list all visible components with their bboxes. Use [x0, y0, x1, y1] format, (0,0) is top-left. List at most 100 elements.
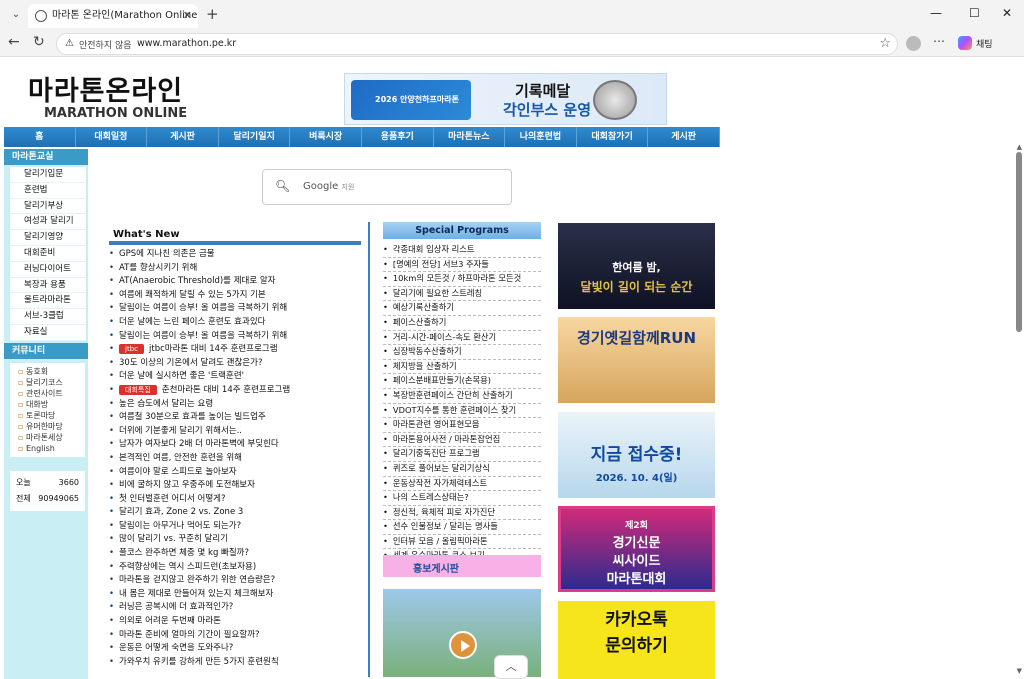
whats-new-item[interactable]: 비에 굴하지 않고 우중주에 도전해보자 [109, 479, 361, 493]
whats-new-link[interactable]: 여름이야 말로 스피드로 놀아보자 [119, 467, 237, 477]
scroll-up-arrow[interactable]: ▲ [1017, 143, 1022, 151]
community-label[interactable]: 동호회 [26, 367, 48, 376]
whats-new-item[interactable]: 여름철 30분으로 효과를 높이는 빌드업주 [109, 411, 361, 425]
whats-new-link[interactable]: GPS에 지나친 의존은 금물 [119, 249, 215, 259]
whats-new-link[interactable]: 달림이는 여름이 승부! 올 여름을 극복하기 위해 [119, 331, 287, 341]
whats-new-link[interactable]: 의외로 어려운 두번째 마라톤 [119, 616, 221, 626]
sidebar-item[interactable]: 훈련법 [10, 182, 86, 199]
whats-new-link[interactable]: 러닝은 공복시에 더 효과적인가? [119, 602, 233, 612]
whats-new-link[interactable]: 많이 달리기 vs. 꾸준히 달리기 [119, 534, 228, 544]
tab-list-button[interactable]: ⌄ [6, 6, 26, 24]
special-program-item[interactable]: 심장박동수산출하기 [383, 345, 541, 360]
whats-new-item[interactable]: 대회특집 춘천마라톤 대비 14주 훈련프로그램 [109, 384, 361, 398]
whats-new-item[interactable]: 풀코스 완주하면 체중 몇 kg 빠질까? [109, 547, 361, 561]
browser-tab[interactable]: 마라톤 온라인(Marathon Online in ✕ [28, 4, 198, 28]
whats-new-item[interactable]: 여름에 쾌적하게 달릴 수 있는 5가지 기본 [109, 289, 361, 303]
whats-new-item[interactable]: 더운 날에는 느린 페이스 훈련도 효과있다 [109, 316, 361, 330]
url-text[interactable]: www.marathon.pe.kr [137, 38, 236, 49]
more-menu-icon[interactable]: ⋯ [933, 34, 945, 48]
warning-icon[interactable]: ⚠ [65, 38, 74, 49]
whats-new-item[interactable]: GPS에 지나친 의존은 금물 [109, 248, 361, 262]
community-label[interactable]: 마라톤세상 [26, 433, 63, 442]
whats-new-link[interactable]: 남자가 여자보다 2배 더 마라톤벽에 부딪힌다 [119, 439, 279, 449]
whats-new-link[interactable]: 본격적인 여름, 안전한 훈련을 위해 [119, 453, 242, 463]
sidebar-item[interactable]: 달리기영양 [10, 230, 86, 246]
ad-kakaotalk[interactable]: 카카오톡 문의하기 [558, 601, 715, 679]
special-program-item[interactable]: 예상기록산출하기 [383, 301, 541, 316]
special-program-item[interactable]: 인터뷰 모음 / 올림픽마라톤 [383, 535, 541, 550]
back-icon[interactable]: ← [8, 34, 20, 50]
community-item[interactable]: ▫ 대화방 [10, 399, 85, 410]
special-program-item[interactable]: 10km의 모든것 / 하프마라톤 모든것 [383, 272, 541, 287]
scroll-down-arrow[interactable]: ▼ [1017, 667, 1022, 675]
menu-item[interactable]: 마라톤뉴스 [434, 127, 506, 147]
google-search-box[interactable]: 🔍︎ Google 지원 [262, 169, 512, 205]
copilot-label[interactable]: 채팅 [976, 37, 993, 50]
sidebar-item[interactable]: 울트라마라톤 [10, 293, 86, 310]
special-program-item[interactable]: 선수 인물정보 / 달리는 명사들 [383, 520, 541, 535]
sidebar-item[interactable]: 러닝다이어트 [10, 261, 86, 278]
new-tab-button[interactable]: + [206, 5, 219, 23]
sidebar-item[interactable]: 여성과 달리기 [10, 214, 86, 231]
whats-new-item[interactable]: 마라톤을 걷지않고 완주하기 위한 연습량은? [109, 574, 361, 588]
special-program-item[interactable]: 페이스분배표만들기(손목용) [383, 374, 541, 389]
special-program-item[interactable]: 마라톤관련 영어표현모음 [383, 418, 541, 433]
community-item[interactable]: ▫ 달리기코스 [10, 377, 85, 388]
special-program-item[interactable]: 달리기중독진단 프로그램 [383, 447, 541, 462]
whats-new-link[interactable]: 여름철 30분으로 효과를 높이는 빌드업주 [119, 412, 266, 422]
community-label[interactable]: 대화방 [26, 400, 48, 409]
whats-new-item[interactable]: 더위에 기분좋게 달리기 위해서는.. [109, 425, 361, 439]
special-program-item[interactable]: 정신적, 육체적 피로 자가진단 [383, 506, 541, 521]
whats-new-link[interactable]: 더운 날에 실시하면 좋은 '트랙훈련' [119, 371, 244, 381]
sidebar-item[interactable]: 대회준비 [10, 245, 86, 262]
whats-new-item[interactable]: 내 몸은 제대로 만들어져 있는지 체크해보자 [109, 588, 361, 602]
whats-new-link[interactable]: 달림이는 여름이 승부! 올 여름을 극복하기 위해 [119, 303, 287, 313]
menu-item[interactable]: 벼룩시장 [290, 127, 362, 147]
whats-new-item[interactable]: 운동은 어떻게 숙면을 도와주나? [109, 642, 361, 656]
community-item[interactable]: ▫ 동호회 [10, 366, 85, 377]
close-window-button[interactable]: ✕ [1002, 6, 1012, 20]
special-program-item[interactable]: 각종대회 입상자 리스트 [383, 243, 541, 258]
special-program-item[interactable]: VDOT지수를 통한 훈련페이스 찾기 [383, 404, 541, 419]
whats-new-link[interactable]: 춘천마라톤 대비 14주 훈련프로그램 [162, 385, 290, 395]
whats-new-link[interactable]: 더운 날에는 느린 페이스 훈련도 효과있다 [119, 317, 265, 327]
special-program-item[interactable]: 거리-시간-페이스-속도 환산기 [383, 331, 541, 346]
favorite-star-icon[interactable]: ☆ [879, 36, 891, 51]
community-label[interactable]: 토론마당 [26, 411, 55, 420]
address-bar[interactable]: ⚠ 안전하지 않음 www.marathon.pe.kr ☆ [56, 33, 898, 55]
whats-new-item[interactable]: 달림이는 여름이 승부! 올 여름을 극복하기 위해 [109, 330, 361, 344]
search-placeholder[interactable]: Google 지원 [303, 181, 354, 192]
promo-board-banner[interactable]: 홍보게시판 [383, 555, 541, 577]
whats-new-link[interactable]: jtbc마라톤 대비 14주 훈련프로그램 [149, 344, 278, 354]
maximize-button[interactable]: ☐ [969, 6, 980, 20]
menu-item[interactable]: 나의훈련법 [505, 127, 577, 147]
refresh-icon[interactable]: ↻ [33, 34, 45, 50]
scroll-top-button[interactable]: ︿ [494, 655, 528, 679]
menu-item[interactable]: 달리기일지 [219, 127, 291, 147]
whats-new-link[interactable]: 달리기 효과, Zone 2 vs. Zone 3 [119, 507, 243, 517]
whats-new-item[interactable]: 달림이는 여름이 승부! 올 여름을 극복하기 위해 [109, 302, 361, 316]
whats-new-link[interactable]: 내 몸은 제대로 만들어져 있는지 체크해보자 [119, 589, 273, 599]
search-icon[interactable]: 🔍︎ [275, 179, 290, 193]
whats-new-link[interactable]: 주력향상에는 역시 스피드런(초보자용) [119, 562, 256, 572]
whats-new-item[interactable]: 여름이야 말로 스피드로 놀아보자 [109, 466, 361, 480]
scrollbar-thumb[interactable] [1016, 152, 1022, 332]
whats-new-item[interactable]: 높은 습도에서 달리는 요령 [109, 398, 361, 412]
special-program-item[interactable]: 페이스산출하기 [383, 316, 541, 331]
whats-new-item[interactable]: 마라톤 준비에 얼마의 기간이 필요할까? [109, 629, 361, 643]
profile-avatar[interactable] [906, 36, 921, 51]
security-label[interactable]: 안전하지 않음 [79, 38, 132, 51]
special-program-item[interactable]: 운동상작전 자가체력테스트 [383, 477, 541, 492]
whats-new-link[interactable]: 마라톤을 걷지않고 완주하기 위한 연습량은? [119, 575, 275, 585]
sidebar-item[interactable]: 자료실 [10, 324, 86, 341]
whats-new-item[interactable]: 의외로 어려운 두번째 마라톤 [109, 615, 361, 629]
whats-new-item[interactable]: 주력향상에는 역시 스피드런(초보자용) [109, 561, 361, 575]
whats-new-item[interactable]: 30도 이상의 기온에서 달려도 괜찮은가? [109, 357, 361, 371]
ad-night-run[interactable]: 한여름 밤, 달빛이 길이 되는 순간 [558, 223, 715, 309]
community-item[interactable]: ▫ 관련사이트 [10, 388, 85, 399]
whats-new-item[interactable]: 본격적인 여름, 안전한 훈련을 위해 [109, 452, 361, 466]
menu-item[interactable]: 게시판 [147, 127, 219, 147]
copilot-icon[interactable] [958, 36, 972, 50]
special-program-item[interactable]: 복장반훈련페이스 간단히 산출하기 [383, 389, 541, 404]
community-label[interactable]: English [26, 444, 55, 453]
